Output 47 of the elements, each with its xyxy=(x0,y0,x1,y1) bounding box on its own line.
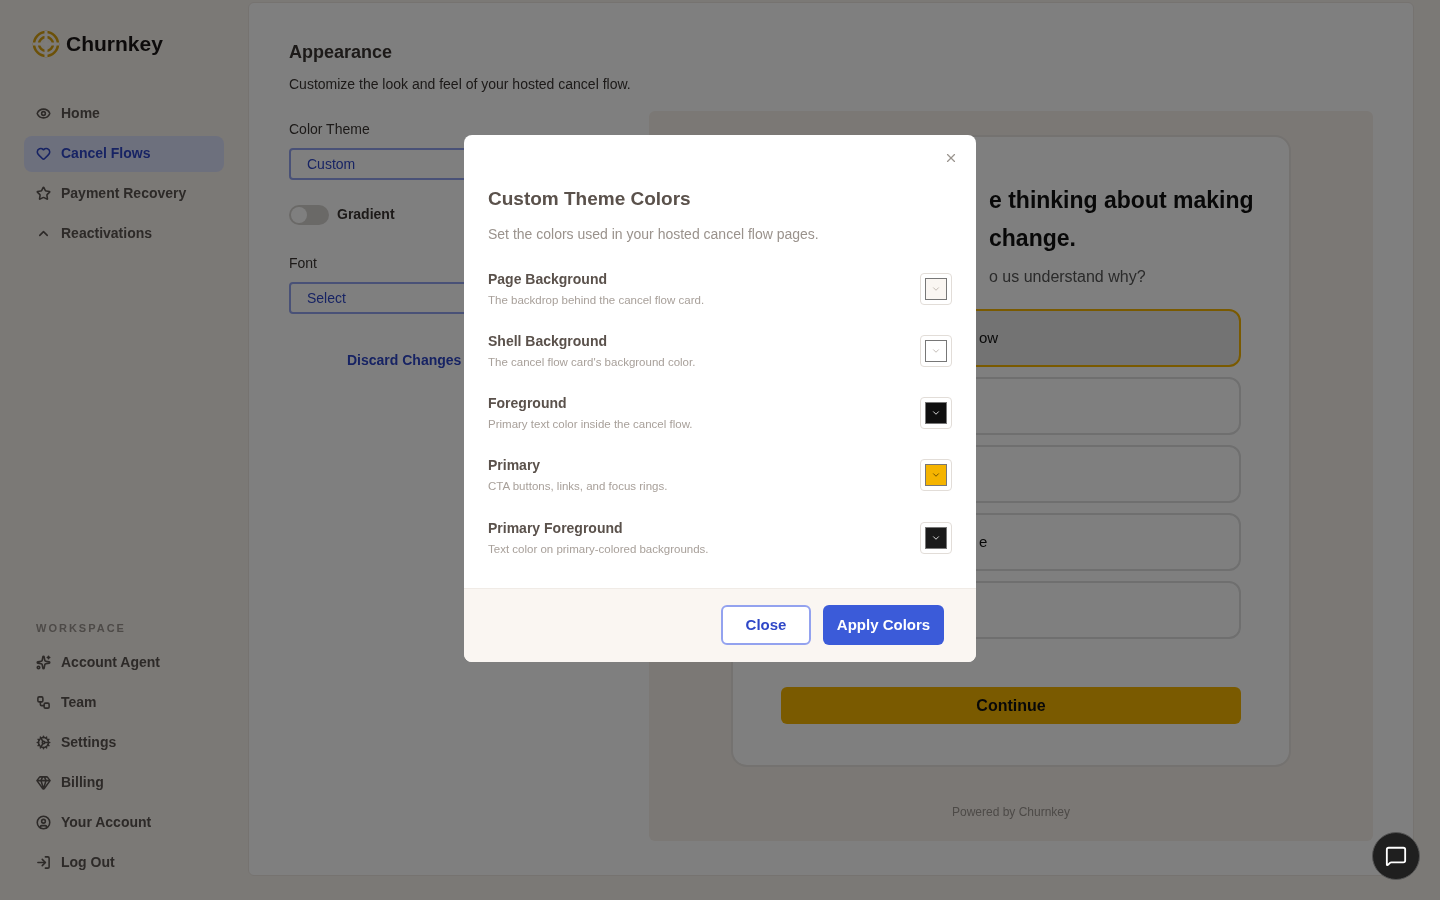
color-label: Foreground xyxy=(488,394,568,413)
heart-icon xyxy=(36,146,51,161)
field-label: Color Theme xyxy=(289,120,371,139)
chat-icon xyxy=(1385,845,1407,867)
workflow-icon xyxy=(36,694,51,710)
dialog-title: Custom Theme Colors xyxy=(488,187,692,211)
gradient-label: Gradient xyxy=(337,205,395,224)
dialog-subtitle: Set the colors used in your hosted cancel flow pages. xyxy=(488,224,820,244)
page-subtitle: Customize the look and feel of your hosted cancel flow. xyxy=(289,75,631,94)
apply-colors-button[interactable]: Apply Colors xyxy=(823,605,944,646)
close-icon[interactable] xyxy=(944,151,958,165)
sidebar-item[interactable]: Settings xyxy=(24,724,224,760)
brand-name: Churnkey xyxy=(66,31,163,57)
gear-icon xyxy=(36,734,51,750)
color-label: Primary xyxy=(488,456,542,476)
sidebar-item[interactable]: Reactivations xyxy=(24,215,224,252)
gradient-toggle[interactable] xyxy=(289,204,329,225)
sidebar-item[interactable]: Billing xyxy=(24,764,224,800)
color-label: Primary Foreground xyxy=(488,518,624,538)
chat-button[interactable] xyxy=(1372,832,1420,880)
close-button[interactable]: Close xyxy=(721,605,811,646)
star-icon xyxy=(36,186,51,201)
page-title: Appearance xyxy=(289,41,394,64)
color-label: Shell Background xyxy=(488,331,609,351)
sidebar-item[interactable]: Cancel Flows xyxy=(24,135,224,172)
sidebar-item[interactable]: Home xyxy=(24,95,224,132)
gem-icon xyxy=(36,774,51,790)
sidebar-item[interactable]: Your Account xyxy=(24,804,224,840)
sidebar-item[interactable]: Account Agent xyxy=(24,644,224,680)
sidebar-item[interactable]: Payment Recovery xyxy=(24,175,224,212)
logout-icon xyxy=(36,854,51,870)
option-label: ow xyxy=(979,327,999,348)
preview-heading: e thinking about making change. xyxy=(989,186,1254,253)
user-icon xyxy=(36,814,51,830)
field-label: Font xyxy=(289,254,318,273)
option-label: e xyxy=(979,531,988,552)
color-description: Text color on primary-colored backgrounds. xyxy=(488,541,709,557)
sidebar-item[interactable]: Team xyxy=(24,684,224,720)
color-description: Primary text color inside the cancel flow. xyxy=(488,417,693,432)
sidebar-item[interactable]: Log Out xyxy=(24,844,224,880)
color-description: The cancel flow card's background color. xyxy=(488,354,696,370)
logo-icon xyxy=(32,29,60,58)
preview-question: o us understand why? xyxy=(989,267,1147,287)
eye-icon xyxy=(36,106,51,121)
color-description: CTA buttons, links, and focus rings. xyxy=(488,479,668,495)
sparkle-icon xyxy=(36,654,51,670)
continue-button[interactable]: Continue xyxy=(781,687,1241,724)
